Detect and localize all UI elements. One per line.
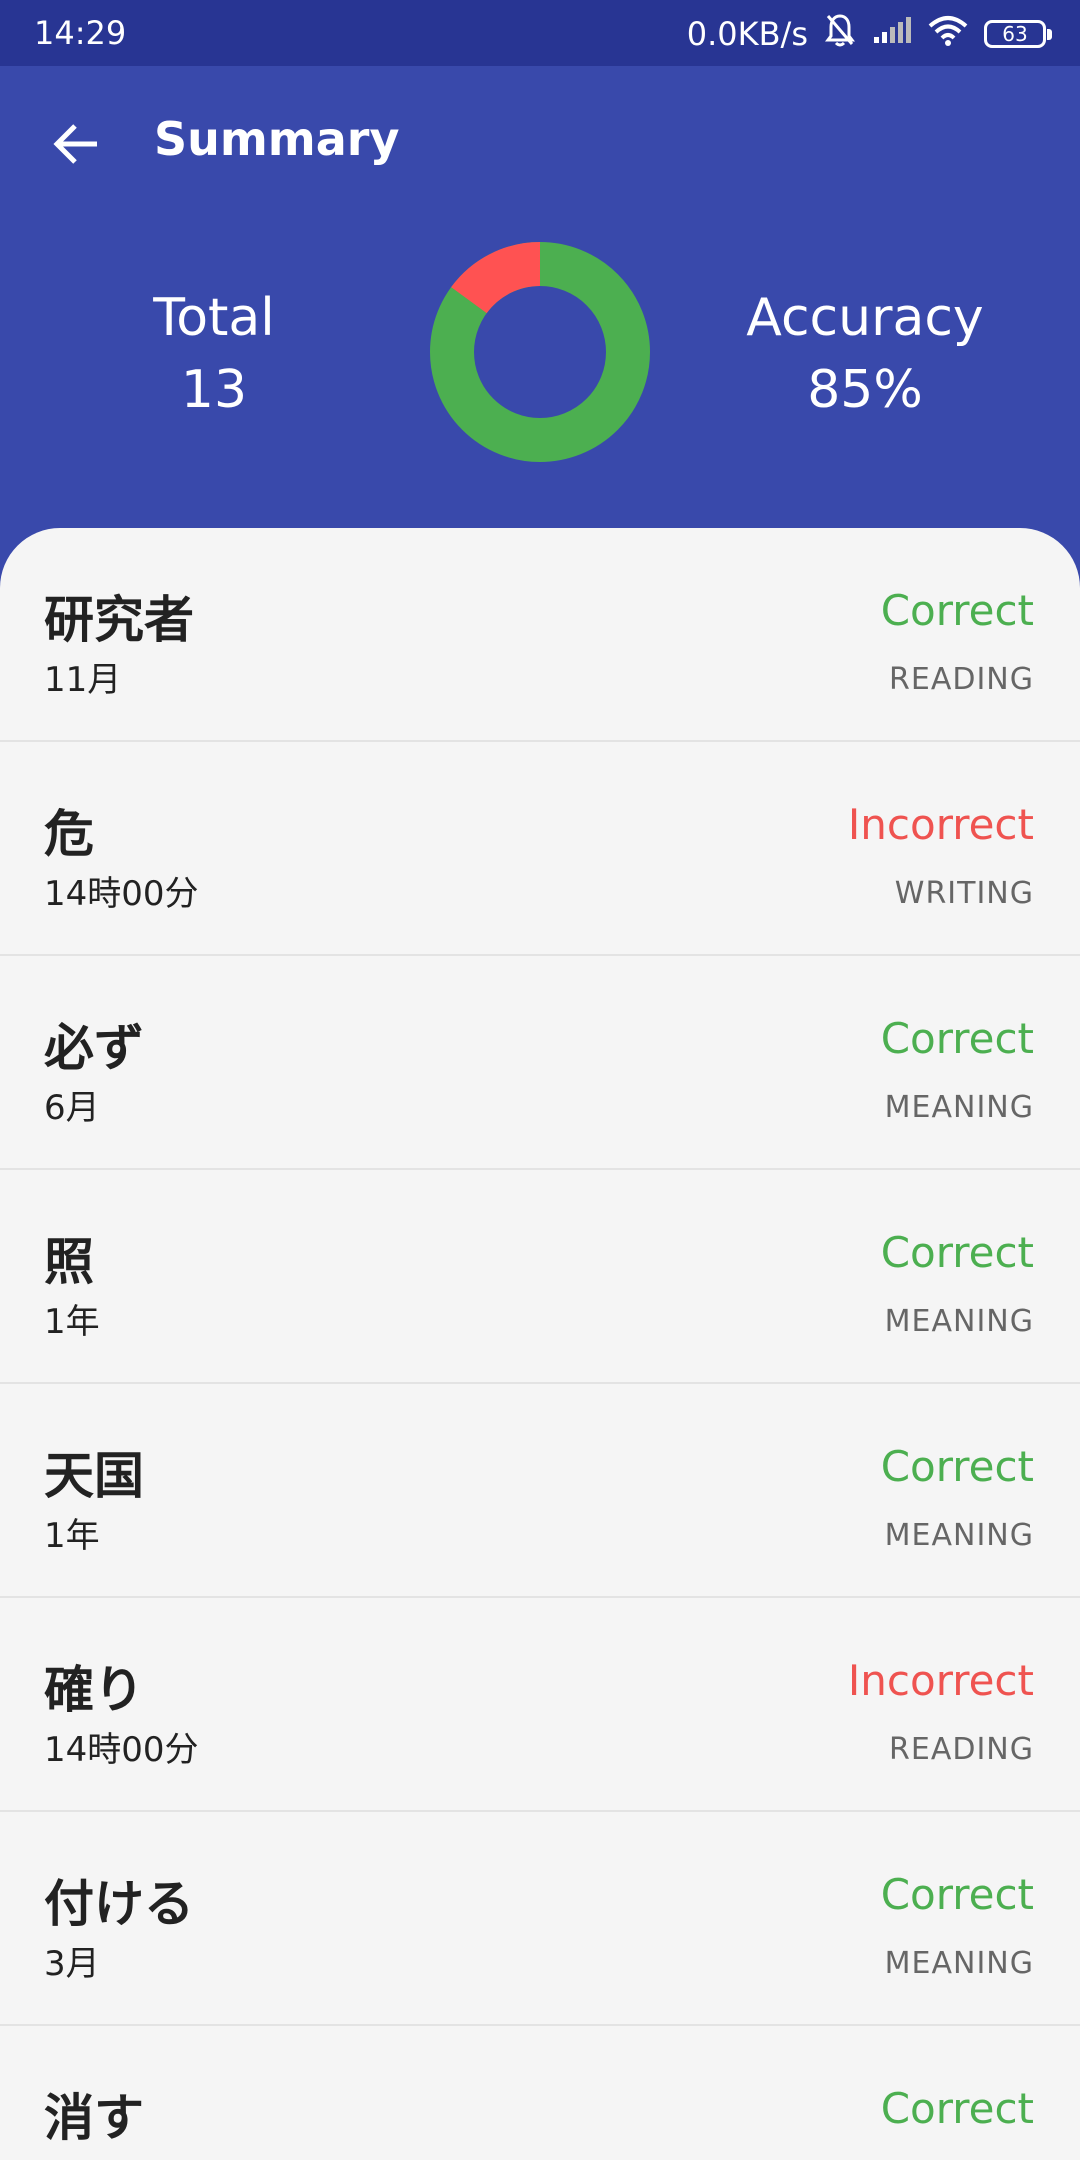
- list-item[interactable]: 付ける 3月 Correct MEANING: [0, 1812, 1080, 2026]
- list-item[interactable]: 消す Correct: [0, 2026, 1080, 2160]
- review-list: 研究者 11月 Correct READING 危 14時00分 Incorre…: [0, 528, 1080, 2160]
- list-item[interactable]: 天国 1年 Correct MEANING: [0, 1384, 1080, 1598]
- accuracy-value: 85%: [807, 360, 923, 420]
- total-value: 13: [180, 360, 248, 420]
- item-interval: 3月: [44, 1944, 100, 1984]
- item-kind: MEANING: [884, 1518, 1034, 1553]
- battery-icon: 63: [984, 20, 1052, 48]
- list-item[interactable]: 照 1年 Correct MEANING: [0, 1170, 1080, 1384]
- item-interval: 1年: [44, 1516, 100, 1556]
- item-result: Correct: [880, 2084, 1034, 2133]
- item-interval: 1年: [44, 1302, 100, 1342]
- accuracy-donut-chart: [430, 242, 650, 462]
- total-stat: Total 13: [64, 282, 364, 426]
- bell-off-icon: [824, 12, 856, 56]
- item-result: Incorrect: [847, 800, 1034, 849]
- arrow-left-icon: [53, 124, 97, 164]
- list-item[interactable]: 研究者 11月 Correct READING: [0, 528, 1080, 742]
- item-kind: READING: [889, 662, 1034, 697]
- total-label: Total: [153, 288, 275, 348]
- app-bar: Summary: [0, 66, 1080, 216]
- item-interval: 14時00分: [44, 1730, 199, 1770]
- item-word: 確り: [44, 1661, 144, 1719]
- item-result: Correct: [880, 1442, 1034, 1491]
- back-button[interactable]: [46, 114, 106, 174]
- item-kind: MEANING: [884, 1304, 1034, 1339]
- item-word: 研究者: [44, 591, 194, 649]
- network-speed: 0.0KB/s: [686, 15, 808, 53]
- item-word: 消す: [44, 2089, 144, 2147]
- status-bar: 14:29 0.0KB/s 63: [0, 0, 1080, 66]
- item-result: Correct: [880, 1228, 1034, 1277]
- item-result: Correct: [880, 1014, 1034, 1063]
- list-item[interactable]: 必ず 6月 Correct MEANING: [0, 956, 1080, 1170]
- item-word: 危: [44, 805, 94, 863]
- item-kind: READING: [889, 1732, 1034, 1767]
- item-kind: MEANING: [884, 1090, 1034, 1125]
- item-word: 天国: [44, 1447, 144, 1505]
- item-word: 照: [44, 1233, 94, 1291]
- accuracy-stat: Accuracy 85%: [715, 282, 1015, 426]
- item-interval: 14時00分: [44, 874, 199, 914]
- item-kind: WRITING: [894, 876, 1034, 911]
- signal-icon: [872, 15, 912, 53]
- item-word: 必ず: [44, 1019, 144, 1077]
- status-icons: 0.0KB/s 63: [686, 12, 1052, 56]
- item-word: 付ける: [44, 1875, 194, 1933]
- item-result: Correct: [880, 586, 1034, 635]
- page-title: Summary: [154, 112, 400, 166]
- accuracy-label: Accuracy: [746, 288, 984, 348]
- item-result: Correct: [880, 1870, 1034, 1919]
- item-interval: 6月: [44, 1088, 100, 1128]
- status-time: 14:29: [34, 14, 127, 52]
- item-result: Incorrect: [847, 1656, 1034, 1705]
- item-interval: 11月: [44, 660, 122, 700]
- list-item[interactable]: 危 14時00分 Incorrect WRITING: [0, 742, 1080, 956]
- item-kind: MEANING: [884, 1946, 1034, 1981]
- battery-level: 63: [1002, 22, 1028, 46]
- wifi-icon: [928, 14, 968, 54]
- list-item[interactable]: 確り 14時00分 Incorrect READING: [0, 1598, 1080, 1812]
